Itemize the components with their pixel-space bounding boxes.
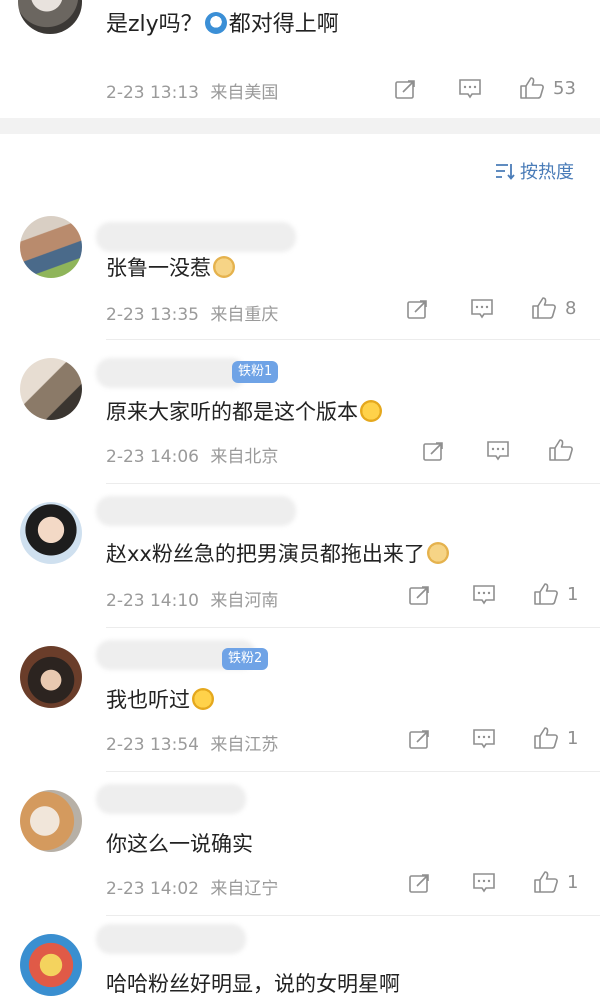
like-button[interactable]: 1 bbox=[533, 582, 578, 606]
comment-button[interactable] bbox=[470, 298, 494, 320]
share-icon bbox=[409, 874, 429, 893]
comment-icon bbox=[473, 729, 495, 749]
comment-time: 2-23 13:35 bbox=[106, 305, 199, 325]
share-button[interactable] bbox=[394, 78, 418, 100]
comment-location: 来自辽宁 bbox=[210, 879, 279, 899]
thumbs-up-icon bbox=[520, 77, 544, 99]
sort-icon bbox=[496, 164, 515, 180]
comment-meta: 2-23 14:06 来自北京 bbox=[106, 442, 278, 467]
share-button[interactable] bbox=[406, 298, 430, 320]
comment-location: 来自北京 bbox=[210, 447, 279, 467]
section-divider bbox=[0, 118, 600, 134]
comment-time: 2-23 14:06 bbox=[106, 447, 199, 467]
comment-item: 你这么一说确实 2-23 14:02 来自辽宁 1 bbox=[0, 772, 600, 916]
comment-button[interactable] bbox=[458, 78, 482, 100]
like-count: 1 bbox=[567, 583, 579, 605]
username-blurred[interactable] bbox=[96, 222, 296, 252]
username-blurred[interactable] bbox=[96, 358, 246, 388]
comment-button[interactable] bbox=[472, 584, 496, 606]
comment-item: 铁粉1 原来大家听的都是这个版本 2-23 14:06 来自北京 bbox=[0, 340, 600, 484]
thumbs-up-icon bbox=[534, 583, 558, 605]
avatar[interactable] bbox=[18, 0, 82, 34]
top-comment: 是zly吗？ 都对得上啊 2-23 13:13 来自美国 53 bbox=[0, 0, 600, 118]
comment-time: 2-23 14:10 bbox=[106, 591, 199, 611]
share-button[interactable] bbox=[408, 584, 432, 606]
comment-text: 原来大家听的都是这个版本 bbox=[106, 396, 382, 426]
thumbs-up-icon bbox=[534, 727, 558, 749]
comment-item: 张鲁一没惹 2-23 13:35 来自重庆 8 bbox=[0, 200, 600, 340]
sort-toggle[interactable]: 按热度 bbox=[494, 158, 574, 184]
share-icon bbox=[407, 300, 427, 319]
comment-button[interactable] bbox=[486, 440, 510, 462]
comment-time: 2-23 13:54 bbox=[106, 735, 199, 755]
like-count: 1 bbox=[567, 871, 579, 893]
like-button[interactable] bbox=[548, 438, 574, 462]
comment-icon bbox=[473, 873, 495, 893]
thumbs-up-icon bbox=[534, 871, 558, 893]
comment-text: 我也听过 bbox=[106, 684, 214, 714]
like-button[interactable]: 1 bbox=[533, 726, 578, 750]
like-count: 8 bbox=[565, 297, 577, 319]
like-count: 1 bbox=[567, 727, 579, 749]
comment-location: 来自江苏 bbox=[210, 735, 279, 755]
share-icon bbox=[409, 586, 429, 605]
comment-icon bbox=[471, 299, 493, 319]
share-button[interactable] bbox=[408, 728, 432, 750]
share-icon bbox=[423, 442, 443, 461]
like-button[interactable]: 1 bbox=[533, 870, 578, 894]
comment-text: 你这么一说确实 bbox=[106, 832, 253, 856]
thumbs-up-icon bbox=[532, 297, 556, 319]
like-button[interactable]: 53 bbox=[519, 76, 576, 100]
comment-text: 是zly吗？ 都对得上啊 bbox=[106, 12, 339, 37]
emoji-icon bbox=[204, 12, 227, 34]
share-button[interactable] bbox=[422, 440, 446, 462]
comment-icon bbox=[459, 79, 481, 99]
avatar[interactable] bbox=[20, 502, 82, 564]
thumbs-up-icon bbox=[549, 439, 573, 461]
laughing-emoji-icon bbox=[192, 688, 214, 710]
comment-meta: 2-23 14:02 来自辽宁 bbox=[106, 874, 278, 899]
share-button[interactable] bbox=[408, 872, 432, 894]
comment-time: 2-23 14:02 bbox=[106, 879, 199, 899]
avatar[interactable] bbox=[20, 358, 82, 420]
avatar[interactable] bbox=[20, 646, 82, 708]
comment-text: 张鲁一没惹 bbox=[106, 252, 235, 282]
comment-icon bbox=[487, 441, 509, 461]
like-count: 53 bbox=[553, 77, 576, 99]
username-blurred[interactable] bbox=[96, 924, 246, 954]
fan-badge: 铁粉2 bbox=[222, 648, 269, 670]
doge-emoji-icon bbox=[213, 256, 235, 278]
comment-meta: 2-23 14:10 来自河南 bbox=[106, 586, 278, 611]
comment-meta: 2-23 13:35 来自重庆 bbox=[106, 300, 278, 325]
comment-meta: 2-23 13:54 来自江苏 bbox=[106, 730, 278, 755]
comment-time: 2-23 13:13 bbox=[106, 83, 199, 103]
username-blurred[interactable] bbox=[96, 784, 246, 814]
comment-button[interactable] bbox=[472, 728, 496, 750]
avatar[interactable] bbox=[20, 216, 82, 278]
fan-badge: 铁粉1 bbox=[232, 361, 279, 383]
comment-text: 赵xx粉丝急的把男演员都拖出来了 bbox=[106, 538, 449, 568]
doge-emoji-icon bbox=[426, 542, 449, 564]
comment-text: 哈哈粉丝好明显，说的女明星啊 bbox=[106, 972, 400, 996]
share-icon bbox=[409, 730, 429, 749]
comment-item: 哈哈粉丝好明显，说的女明星啊 bbox=[0, 916, 600, 1007]
comment-item: 铁粉2 我也听过 2-23 13:54 来自江苏 1 bbox=[0, 628, 600, 772]
share-icon bbox=[395, 80, 415, 99]
avatar[interactable] bbox=[20, 934, 82, 996]
laughing-emoji-icon bbox=[360, 400, 382, 422]
comment-location: 来自美国 bbox=[210, 83, 279, 103]
comment-item: 赵xx粉丝急的把男演员都拖出来了 2-23 14:10 来自河南 1 bbox=[0, 484, 600, 628]
comment-meta: 2-23 13:13 来自美国 bbox=[106, 78, 278, 103]
comment-location: 来自河南 bbox=[210, 591, 279, 611]
username-blurred[interactable] bbox=[96, 496, 296, 526]
comment-icon bbox=[473, 585, 495, 605]
comment-location: 来自重庆 bbox=[210, 305, 279, 325]
comment-button[interactable] bbox=[472, 872, 496, 894]
sort-label: 按热度 bbox=[520, 162, 574, 183]
like-button[interactable]: 8 bbox=[531, 296, 576, 320]
avatar[interactable] bbox=[20, 790, 82, 852]
